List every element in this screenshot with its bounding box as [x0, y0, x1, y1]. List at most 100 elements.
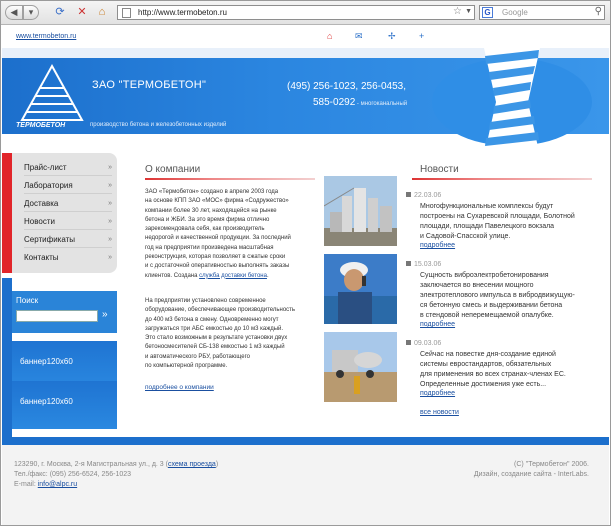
news-item-text: Сейчас на повестке дня-создание единой с… — [420, 350, 595, 390]
address-text: ) — [215, 461, 219, 468]
news-date: 15.03.06 — [406, 261, 441, 268]
phone-note: - многоканальный — [355, 101, 408, 107]
bullet-icon — [406, 192, 411, 197]
mail-icon[interactable]: ✉ — [355, 31, 363, 42]
all-news-link[interactable]: все новости — [420, 409, 459, 416]
news-title: Новости — [420, 164, 459, 175]
about-line: и с достаточной оперативностью выполнять… — [145, 263, 290, 270]
menu-item-lab[interactable]: Лаборатория » — [24, 177, 112, 194]
menu-item-label: Сертификаты — [24, 235, 76, 244]
footer-email: E-mail: info@alpc.ru — [14, 481, 77, 488]
google-icon[interactable]: G — [482, 7, 493, 18]
news-line: заключается во внесении мощного — [420, 282, 534, 289]
about-line: клиентов. Создана служба доставки бетона… — [145, 272, 317, 281]
site-header: ТЕРМОБЕТОН ЗАО "ТЕРМОБЕТОН" производство… — [2, 48, 609, 156]
email-label: E-mail: — [14, 481, 38, 488]
site-photo — [324, 332, 397, 402]
arrow-right-icon: » — [108, 218, 112, 225]
home-icon[interactable]: ⌂ — [327, 31, 332, 41]
about-more-link[interactable]: подробнее о компании — [145, 384, 214, 391]
about-line: загружаться три АБС емкостью до 10 м3 ка… — [145, 325, 284, 332]
footer-phone: Тел./факс: (095) 256-6524, 256-1023 — [14, 471, 132, 478]
menu-item-label: Новости — [24, 217, 55, 226]
left-accent-bar — [2, 278, 12, 454]
browser-window: ◀ ▾ ⟳ ✕ ⌂ http://www.termobeton.ru ☆ ▼ G… — [0, 0, 611, 526]
arrow-right-icon: » — [108, 200, 112, 207]
news-line: для применения во всех странах-членах ЕС… — [420, 371, 566, 378]
about-line: На предприятии установлено современное — [145, 298, 266, 304]
banner-2[interactable]: баннер120x60 — [12, 381, 117, 429]
menu-item-news[interactable]: Новости » — [24, 213, 112, 230]
home-icon[interactable]: ⌂ — [95, 5, 109, 20]
menu-item-contacts[interactable]: Контакты » — [24, 249, 112, 266]
about-line: бетона и ЖБИ. За это время фирма отлично — [145, 216, 270, 223]
site-footer: 123290, г. Москва, 2-я Магистральная ул.… — [2, 445, 609, 525]
delivery-link[interactable]: служба доставки бетона — [199, 273, 267, 279]
top-site-link[interactable]: www.termobeton.ru — [16, 33, 76, 40]
sitemap-icon[interactable]: ✢ — [388, 31, 396, 42]
menu-item-label: Контакты — [24, 253, 59, 262]
phone-line-1: (495) 256-1023, 256-0453, — [287, 81, 406, 92]
banner-label: баннер120x60 — [20, 397, 73, 406]
menu-item-certificates[interactable]: Сертификаты » — [24, 231, 112, 248]
news-date: 09.03.06 — [406, 340, 441, 347]
address-bar[interactable]: http://www.termobeton.ru ☆ ▼ — [117, 5, 475, 20]
news-line: Многофункциональные комплексы будут — [420, 203, 554, 210]
search-go-button[interactable]: » — [102, 309, 108, 320]
news-date-text: 22.03.06 — [414, 192, 442, 199]
search-icon[interactable]: + — [419, 31, 424, 41]
menu-item-label: Прайс-лист — [24, 163, 67, 172]
search-input[interactable] — [16, 310, 98, 322]
news-more-link[interactable]: подробнее — [420, 321, 455, 328]
arrow-right-icon: » — [108, 254, 112, 261]
news-line: системы евростандартов, обязательных — [420, 361, 552, 368]
news-line: в стендовой неперемещаемой опалубке. — [420, 312, 554, 319]
phones: (495) 256-1023, 256-0453, 585-0292 - мно… — [287, 79, 407, 112]
news-divider — [412, 178, 592, 180]
bullet-icon — [406, 261, 411, 266]
about-paragraph-2: На предприятии установлено современное о… — [145, 297, 317, 371]
forward-button[interactable]: ▾ — [23, 5, 39, 20]
news-more-link[interactable]: подробнее — [420, 390, 455, 397]
email-link[interactable]: info@alpc.ru — [38, 481, 77, 488]
logo-icon[interactable] — [20, 62, 84, 126]
about-line: оборудование, обеспечивающее производите… — [145, 307, 296, 314]
about-line: до 400 м3 бетона в смену. Одновременно м… — [145, 316, 279, 323]
about-divider — [145, 178, 315, 180]
search-icon[interactable]: ⚲ — [595, 6, 602, 17]
main-menu: Прайс-лист » Лаборатория » Доставка » Новос… — [12, 153, 117, 273]
menu-accent-bar — [2, 153, 12, 273]
news-date: 22.03.06 — [406, 192, 441, 199]
phone-number: 585-0292 — [313, 97, 356, 108]
star-icon[interactable]: ☆ — [453, 6, 462, 17]
stop-icon[interactable]: ✕ — [75, 5, 89, 20]
chevron-down-icon[interactable]: ▼ — [465, 8, 472, 15]
about-line: год на предприятии произведена масштабна… — [145, 244, 274, 251]
news-more-link[interactable]: подробнее — [420, 242, 455, 249]
map-link[interactable]: схема проезда — [168, 461, 216, 468]
pylon-graphic — [432, 48, 592, 156]
menu-item-delivery[interactable]: Доставка » — [24, 195, 112, 212]
arrow-right-icon: » — [108, 182, 112, 189]
company-name: ЗАО "ТЕРМОБЕТОН" — [92, 79, 207, 91]
arrow-right-icon: » — [108, 236, 112, 243]
plant-photo — [324, 176, 397, 246]
news-item-text: Многофункциональные комплексы будут пост… — [420, 202, 595, 242]
news-line: Определенные достижения уже есть... — [420, 381, 547, 388]
address-text: http://www.termobeton.ru — [138, 8, 227, 17]
web-page: www.termobeton.ru ⌂ ✉ ✢ + ТЕРМОБЕТОН ЗАО… — [2, 26, 609, 525]
news-line: и Садовой-Спасской улице. — [420, 233, 511, 240]
menu-item-price[interactable]: Прайс-лист » — [24, 159, 112, 176]
news-line: Сущность виброэлектробетонирования — [420, 272, 549, 279]
news-item-text: Сущность виброэлектробетонирования заклю… — [420, 271, 595, 321]
news-line: электротеплового импульса в вибродвижущу… — [420, 292, 575, 299]
about-line: ЗАО «Термобетон» создано в апреле 2003 г… — [145, 189, 279, 195]
company-subtitle: производство бетона и железобетонных изд… — [90, 122, 227, 128]
about-line: компании более 30 лет, находящейся на ры… — [145, 207, 277, 214]
footer-bar — [2, 437, 609, 445]
back-button[interactable]: ◀ — [5, 5, 23, 20]
browser-search-box[interactable]: G Google ⚲ — [479, 5, 605, 20]
footer-address: 123290, г. Москва, 2-я Магистральная ул.… — [14, 461, 218, 468]
news-line: ся бетонную смесь и выдерживании бетона — [420, 302, 563, 309]
reload-icon[interactable]: ⟳ — [53, 5, 67, 20]
